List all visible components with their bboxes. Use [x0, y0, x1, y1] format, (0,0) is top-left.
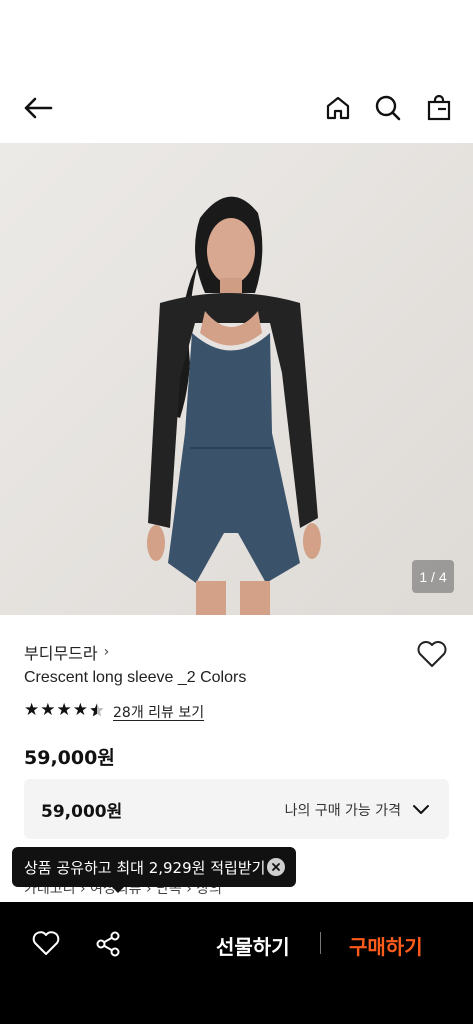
back-arrow-icon[interactable]: [22, 92, 54, 124]
shopping-bag-icon[interactable]: [423, 92, 455, 124]
my-price-value: 59,000원: [41, 802, 123, 822]
reviews-link[interactable]: 28개 리뷰 보기: [113, 702, 204, 722]
product-title: Crescent long sleeve _2 Colors: [24, 669, 247, 686]
chevron-down-icon: [411, 799, 431, 819]
close-icon[interactable]: [267, 858, 285, 876]
top-navigation-bar: [0, 0, 473, 143]
my-price-dropdown[interactable]: 59,000원 나의 구매 가능 가격: [24, 779, 449, 839]
my-price-label: 나의 구매 가능 가격: [284, 803, 401, 819]
brand-link[interactable]: 부디무드라 ›: [24, 640, 109, 664]
star-icon: ★: [24, 700, 40, 720]
half-star-icon: [89, 702, 105, 722]
star-icon: ★: [56, 700, 72, 720]
image-counter: 1 / 4: [412, 560, 454, 593]
star-rating: ★ ★ ★ ★: [24, 702, 105, 722]
product-price: 59,000원: [24, 747, 115, 769]
brand-name: 부디무드라: [24, 644, 98, 663]
product-image[interactable]: 1 / 4: [0, 143, 473, 615]
divider: [320, 932, 321, 954]
search-icon[interactable]: [372, 92, 404, 124]
home-icon[interactable]: [322, 92, 354, 124]
chevron-right-icon: ›: [103, 644, 110, 660]
share-reward-tooltip: 상품 공유하고 최대 2,929원 적립받기: [12, 847, 296, 893]
buy-button[interactable]: 구매하기: [349, 931, 423, 960]
model-photo: [0, 143, 473, 615]
tooltip-text: 상품 공유하고 최대 2,929원 적립받기: [24, 858, 266, 877]
tooltip-pointer: [112, 887, 124, 893]
wishlist-heart-icon[interactable]: [416, 640, 448, 668]
rating-row: ★ ★ ★ ★ 28개 리뷰 보기: [24, 702, 204, 722]
share-icon[interactable]: [94, 930, 122, 958]
star-icon: ★: [40, 700, 56, 720]
heart-icon[interactable]: [32, 930, 60, 958]
purchase-action-bar: 선물하기 구매하기: [0, 902, 473, 1024]
star-icon: ★: [72, 700, 88, 720]
gift-button[interactable]: 선물하기: [216, 931, 290, 960]
